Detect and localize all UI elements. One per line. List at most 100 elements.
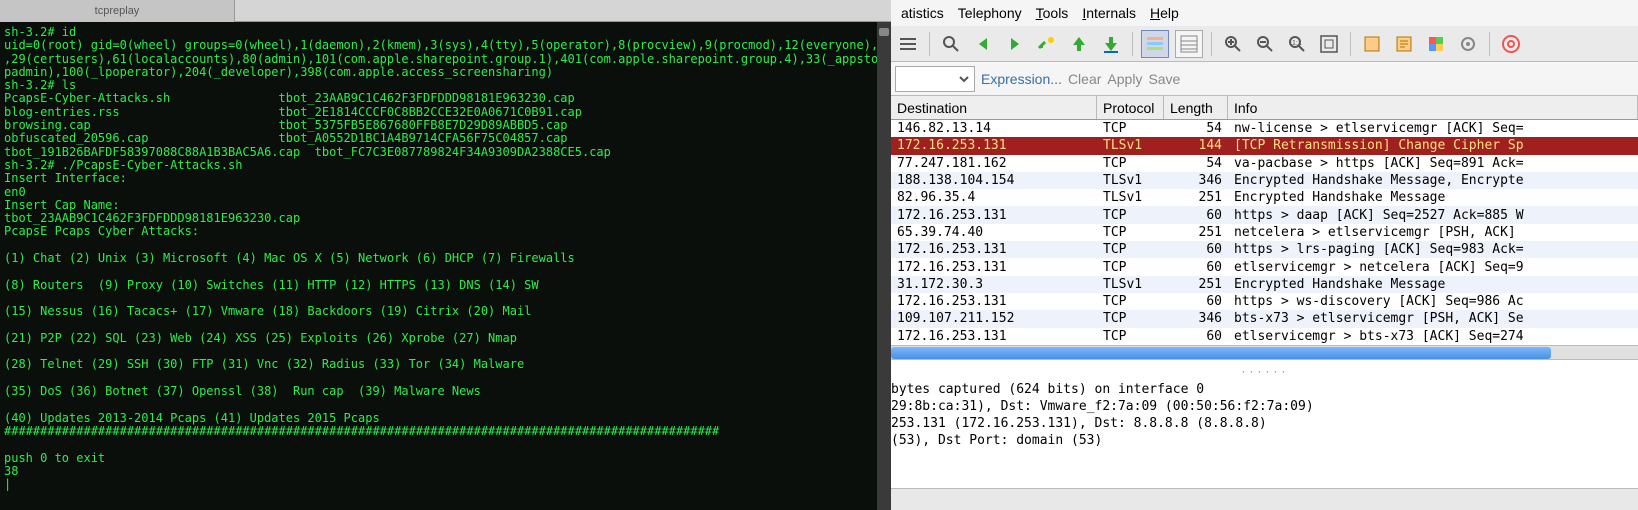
- filter-combo[interactable]: [895, 66, 975, 92]
- packet-info: netcelera > etlservicemgr [PSH, ACK]: [1228, 225, 1638, 240]
- packet-row[interactable]: 31.172.30.3TLSv1251Encrypted Handshake M…: [891, 276, 1638, 293]
- zoom-out-icon[interactable]: [1252, 31, 1278, 57]
- zoom-in-icon[interactable]: [1220, 31, 1246, 57]
- packet-destination: 146.82.13.14: [891, 121, 1097, 136]
- packet-destination: 65.39.74.40: [891, 225, 1097, 240]
- arrow-right-green-icon[interactable]: [1002, 31, 1028, 57]
- terminal-pane: tcpreplay sh-3.2# id uid=0(root) gid=0(w…: [0, 0, 891, 510]
- packet-destination: 109.107.211.152: [891, 311, 1097, 326]
- packet-row[interactable]: 146.82.13.14TCP54nw-license > etlservice…: [891, 120, 1638, 137]
- resize-icon[interactable]: [1316, 31, 1342, 57]
- packet-protocol: TCP: [1097, 121, 1164, 136]
- packet-detail-pane[interactable]: ······ bytes captured (624 bits) on inte…: [891, 359, 1638, 488]
- packet-length: 346: [1164, 173, 1228, 188]
- filter-apply-link[interactable]: Apply: [1107, 71, 1142, 87]
- packet-length: 251: [1164, 225, 1228, 240]
- packet-row[interactable]: 188.138.104.154TLSv1346Encrypted Handsha…: [891, 172, 1638, 189]
- list-view2-toggle[interactable]: [1175, 30, 1203, 58]
- capture-filters-icon[interactable]: [1359, 31, 1385, 57]
- packet-length: 60: [1164, 294, 1228, 309]
- packet-protocol: TCP: [1097, 311, 1164, 326]
- packet-list-hscroll[interactable]: [891, 345, 1638, 359]
- column-info[interactable]: Info: [1228, 96, 1638, 119]
- column-protocol[interactable]: Protocol: [1097, 96, 1164, 119]
- packet-row[interactable]: 172.16.253.131TLSv1144[TCP Retransmissio…: [891, 137, 1638, 154]
- packet-row[interactable]: 172.16.253.131TCP60etlservicemgr > bts-x…: [891, 328, 1638, 345]
- arrow-download-icon[interactable]: [1098, 31, 1124, 57]
- packet-info: Encrypted Handshake Message, Encrypte: [1228, 173, 1638, 188]
- packet-length: 60: [1164, 329, 1228, 344]
- wireshark-pane: atistics Telephony Tools Internals Help …: [891, 0, 1638, 510]
- preferences-gear-icon[interactable]: [1455, 31, 1481, 57]
- menu-telephony[interactable]: Telephony: [952, 3, 1028, 23]
- arrow-up-green-icon[interactable]: [1066, 31, 1092, 57]
- packet-protocol: TCP: [1097, 242, 1164, 257]
- packet-list[interactable]: 146.82.13.14TCP54nw-license > etlservice…: [891, 120, 1638, 345]
- arrow-left-green-icon[interactable]: [970, 31, 996, 57]
- packet-protocol: TLSv1: [1097, 190, 1164, 205]
- packet-destination: 172.16.253.131: [891, 329, 1097, 344]
- column-destination[interactable]: Destination: [891, 96, 1097, 119]
- packet-protocol: TCP: [1097, 294, 1164, 309]
- display-filters-icon[interactable]: [1391, 31, 1417, 57]
- menu-bar: atistics Telephony Tools Internals Help: [891, 0, 1638, 26]
- packet-info: nw-license > etlservicemgr [ACK] Seq=: [1228, 121, 1638, 136]
- terminal-tab-tcpreplay[interactable]: tcpreplay: [0, 0, 235, 22]
- coloring-rules-icon[interactable]: [1423, 31, 1449, 57]
- packet-info: etlservicemgr > netcelera [ACK] Seq=9: [1228, 260, 1638, 275]
- packet-protocol: TCP: [1097, 208, 1164, 223]
- packet-destination: 31.172.30.3: [891, 277, 1097, 292]
- toolbar-separator: [1132, 32, 1133, 56]
- packet-row[interactable]: 172.16.253.131TCP60https > daap [ACK] Se…: [891, 206, 1638, 223]
- packet-row[interactable]: 65.39.74.40TCP251netcelera > etlservicem…: [891, 224, 1638, 241]
- detail-line: 253.131 (172.16.253.131), Dst: 8.8.8.8 (…: [891, 415, 1638, 432]
- detail-line: bytes captured (624 bits) on interface 0: [891, 381, 1638, 398]
- packet-destination: 172.16.253.131: [891, 242, 1097, 257]
- packet-destination: 188.138.104.154: [891, 173, 1097, 188]
- filter-clear-link[interactable]: Clear: [1068, 71, 1101, 87]
- menu-help[interactable]: Help: [1144, 3, 1185, 23]
- packet-row[interactable]: 82.96.35.4TLSv1251Encrypted Handshake Me…: [891, 189, 1638, 206]
- toolbar-separator: [1211, 32, 1212, 56]
- terminal-scrollbar[interactable]: [877, 22, 891, 510]
- packet-row[interactable]: 109.107.211.152TCP346bts-x73 > etlservic…: [891, 310, 1638, 327]
- filter-save-link[interactable]: Save: [1148, 71, 1180, 87]
- packet-length: 60: [1164, 260, 1228, 275]
- help-icon[interactable]: [1498, 31, 1524, 57]
- zoom-icon[interactable]: [938, 31, 964, 57]
- packet-row[interactable]: 172.16.253.131TCP60https > ws-discovery …: [891, 293, 1638, 310]
- filter-expression-link[interactable]: Expression...: [981, 71, 1062, 87]
- packet-row[interactable]: 172.16.253.131TCP60https > lrs-paging [A…: [891, 241, 1638, 258]
- lines-icon[interactable]: [895, 31, 921, 57]
- chevron-down-icon: [958, 73, 970, 85]
- packet-row[interactable]: 172.16.253.131TCP60etlservicemgr > netce…: [891, 258, 1638, 275]
- arrow-sun-icon[interactable]: [1034, 31, 1060, 57]
- detail-line: (53), Dst Port: domain (53): [891, 432, 1638, 449]
- packet-row[interactable]: 77.247.181.162TCP54va-pacbase > https [A…: [891, 155, 1638, 172]
- terminal-tab-bar: tcpreplay: [0, 0, 891, 22]
- menu-statistics[interactable]: atistics: [895, 3, 950, 23]
- packet-info: https > daap [ACK] Seq=2527 Ack=885 W: [1228, 208, 1638, 223]
- packet-destination: 172.16.253.131: [891, 138, 1097, 153]
- column-length[interactable]: Length: [1164, 96, 1228, 119]
- packet-info: bts-x73 > etlservicemgr [PSH, ACK] Se: [1228, 311, 1638, 326]
- packet-length: 251: [1164, 277, 1228, 292]
- hscroll-thumb[interactable]: [891, 347, 1551, 359]
- packet-length: 54: [1164, 156, 1228, 171]
- packet-info: Encrypted Handshake Message: [1228, 277, 1638, 292]
- svg-text:1:1: 1:1: [1292, 40, 1302, 47]
- menu-internals[interactable]: Internals: [1076, 3, 1142, 23]
- packet-info: va-pacbase > https [ACK] Seq=891 Ack=: [1228, 156, 1638, 171]
- packet-protocol: TLSv1: [1097, 277, 1164, 292]
- zoom-fit-icon[interactable]: 1:1: [1284, 31, 1310, 57]
- packet-protocol: TCP: [1097, 329, 1164, 344]
- menu-tools[interactable]: Tools: [1030, 3, 1075, 23]
- terminal-scroll-thumb[interactable]: [879, 28, 889, 36]
- packet-info: https > ws-discovery [ACK] Seq=986 Ac: [1228, 294, 1638, 309]
- packet-info: [TCP Retransmission] Change Cipher Sp: [1228, 138, 1638, 153]
- packet-destination: 172.16.253.131: [891, 294, 1097, 309]
- terminal-output[interactable]: sh-3.2# id uid=0(root) gid=0(wheel) grou…: [0, 22, 891, 510]
- packet-info: Encrypted Handshake Message: [1228, 190, 1638, 205]
- list-view-toggle[interactable]: [1141, 30, 1169, 58]
- pane-resize-handle[interactable]: ······: [891, 364, 1638, 381]
